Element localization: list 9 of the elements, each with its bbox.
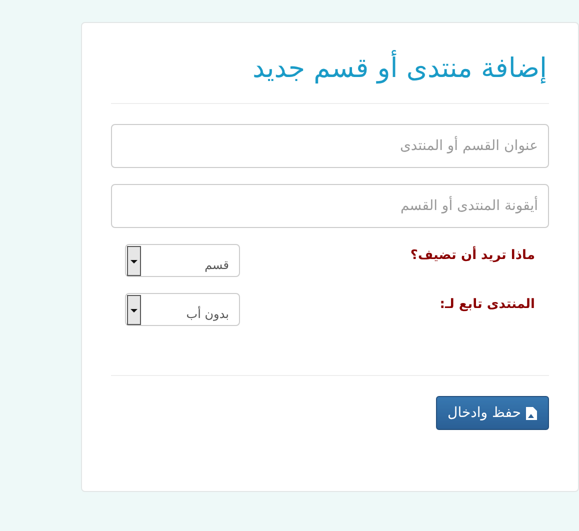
field-label: المنتدى تابع لـ: (440, 296, 535, 312)
text-field[interactable]: عنوان القسم أو المنتدى (111, 124, 549, 168)
text-field[interactable]: أيقونة المنتدى أو القسم (111, 184, 549, 228)
save-button[interactable]: حفظ وادخال (436, 396, 549, 430)
dropdown[interactable]: بدون أب (125, 293, 240, 326)
form-title: إضافة منتدى أو قسم جديد (111, 51, 549, 86)
dropdown[interactable]: قسم (125, 244, 240, 278)
document-icon (526, 406, 537, 420)
field-label: ماذا تريد أن تضيف؟ (410, 245, 535, 264)
